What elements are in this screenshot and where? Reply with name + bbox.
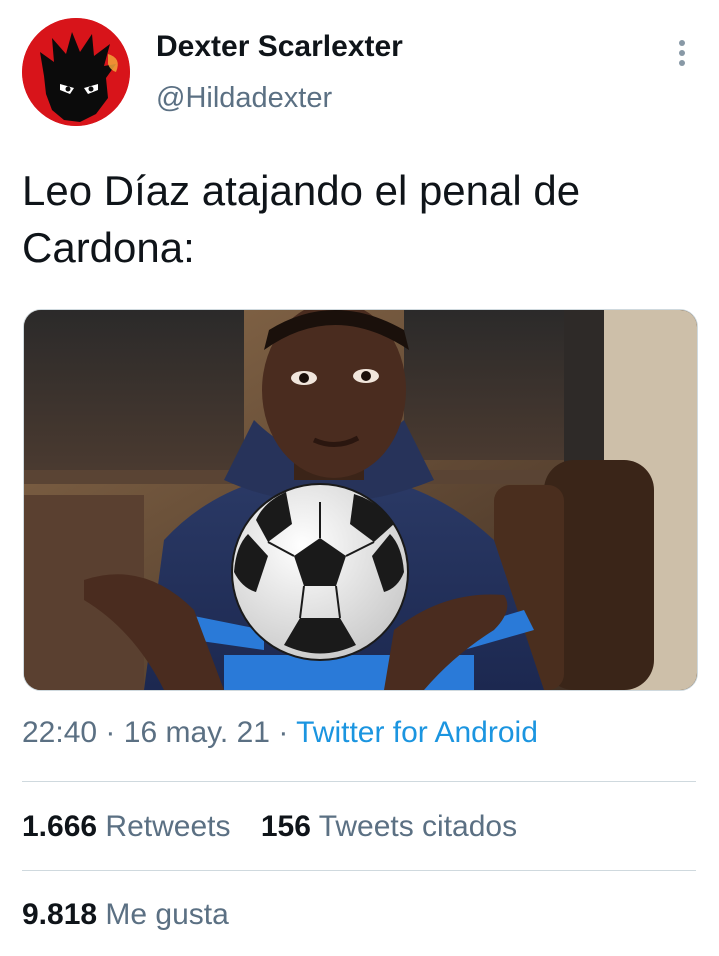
soccer-ball-icon — [231, 483, 409, 661]
user-handle[interactable]: @Hildadexter — [156, 82, 332, 115]
quote-tweets-stat[interactable]: 156 Tweets citados — [261, 810, 517, 843]
likes-stat[interactable]: 9.818 Me gusta — [22, 898, 229, 931]
tweet-source-link[interactable]: Twitter for Android — [296, 716, 538, 749]
tweet-metadata: 22:40 · 16 may. 21 · Twitter for Android — [22, 716, 538, 750]
quotes-label: Tweets citados — [318, 810, 518, 843]
tweet-media-image[interactable] — [23, 309, 698, 691]
divider — [22, 781, 696, 782]
tweet-header: Dexter Scarlexter @Hildadexter — [22, 18, 698, 128]
more-options-button[interactable] — [670, 38, 694, 68]
display-name[interactable]: Dexter Scarlexter — [156, 30, 403, 64]
meta-separator: · — [278, 716, 289, 749]
retweets-label: Retweets — [105, 810, 231, 843]
likes-label: Me gusta — [105, 898, 229, 931]
tweet-text: Leo Díaz atajando el penal de Cardona: — [22, 162, 694, 276]
divider — [22, 870, 696, 871]
tweet-date[interactable]: 16 may. 21 — [124, 716, 270, 749]
media-photo — [24, 310, 697, 690]
likes-count: 9.818 — [22, 898, 98, 931]
more-vertical-icon — [679, 40, 685, 66]
devil-avatar-icon — [22, 18, 130, 126]
engagement-stats-row: 1.666 Retweets 156 Tweets citados — [22, 810, 539, 844]
quotes-count: 156 — [260, 810, 311, 843]
tweet-text-line: Leo Díaz atajando el penal de — [22, 167, 581, 214]
retweets-count: 1.666 — [22, 810, 98, 843]
meta-separator: · — [105, 716, 116, 749]
tweet-text-line: Cardona: — [22, 224, 195, 271]
retweets-stat[interactable]: 1.666 Retweets — [22, 810, 230, 843]
likes-stats-row: 9.818 Me gusta — [22, 898, 251, 932]
tweet-time[interactable]: 22:40 — [22, 716, 97, 749]
avatar[interactable] — [22, 18, 130, 126]
